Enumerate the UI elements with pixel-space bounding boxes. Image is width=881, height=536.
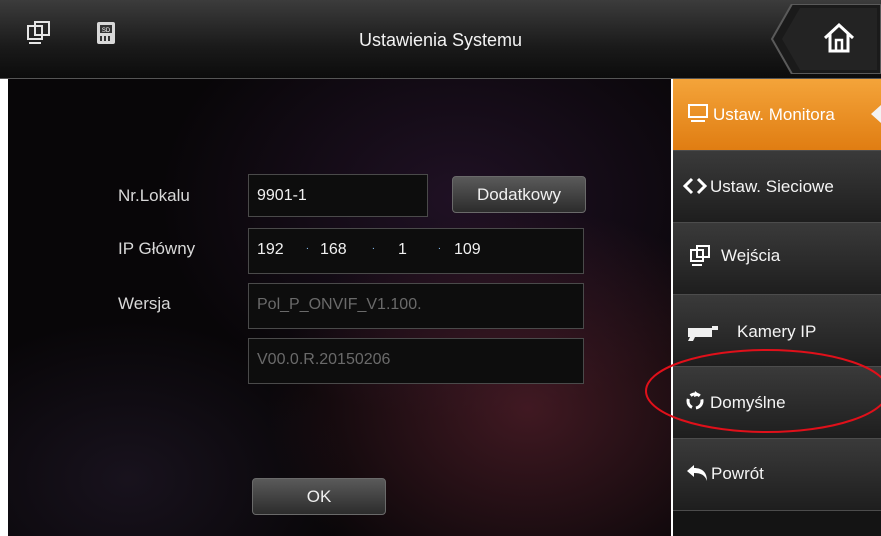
extra-button[interactable]: Dodatkowy [452, 176, 586, 213]
home-button[interactable] [754, 3, 881, 75]
version-line-1: Pol_P_ONVIF_V1.100. [257, 296, 422, 313]
version-label: Wersja [118, 294, 171, 313]
ip-octet-3[interactable]: 1 [398, 241, 407, 259]
sidebar-item-label: Powrót [711, 464, 764, 483]
sidebar-item-network-settings[interactable]: Ustaw. Sieciowe [673, 151, 881, 223]
main-ip-field[interactable]: 192 . 168 . 1 . 109 [248, 228, 584, 274]
camera-icon [687, 323, 721, 346]
ip-separator: . [372, 241, 375, 252]
network-arrows-icon [682, 177, 708, 200]
ip-separator: . [438, 241, 441, 252]
sidebar-item-ip-cameras[interactable]: Kamery IP [673, 295, 881, 367]
main-ip-label: IP Główny [118, 239, 196, 258]
sidebar: Ustaw. Monitora Ustaw. Sieciowe Wejścia … [673, 79, 881, 536]
ip-separator: . [306, 241, 309, 252]
sidebar-item-monitor-settings[interactable]: Ustaw. Monitora [673, 79, 881, 151]
sidebar-item-label: Ustaw. Sieciowe [710, 177, 834, 196]
sidebar-item-label: Kamery IP [737, 322, 817, 341]
back-arrow-icon [685, 461, 711, 488]
ip-octet-1[interactable]: 192 [257, 241, 284, 259]
ok-button[interactable]: OK [252, 478, 386, 515]
sidebar-item-label: Domyślne [710, 393, 786, 412]
recycle-icon [685, 391, 705, 416]
monitor-icon [687, 103, 709, 128]
version-field-2: V00.0.R.20150206 [248, 338, 584, 384]
ip-octet-4[interactable]: 109 [454, 241, 481, 259]
inputs-icon [689, 245, 711, 272]
settings-panel: Nr.Lokalu 9901-1 Dodatkowy IP Główny 192… [8, 79, 671, 536]
room-number-label: Nr.Lokalu [118, 186, 190, 205]
top-bar: SD Ustawienia Systemu [0, 0, 881, 79]
sidebar-item-label: Ustaw. Monitora [713, 105, 835, 124]
sidebar-item-label: Wejścia [721, 246, 781, 265]
ip-octet-2[interactable]: 168 [320, 241, 347, 259]
room-number-field[interactable]: 9901-1 [248, 174, 428, 217]
sidebar-item-back[interactable]: Powrót [673, 439, 881, 511]
screen: SD Ustawienia Systemu Nr.Lokalu 9901-1 D… [0, 0, 881, 536]
sidebar-item-inputs[interactable]: Wejścia [673, 223, 881, 295]
room-number-value: 9901-1 [257, 187, 307, 204]
active-indicator [871, 105, 881, 123]
sidebar-item-defaults[interactable]: Domyślne [673, 367, 881, 439]
version-field-1: Pol_P_ONVIF_V1.100. [248, 283, 584, 329]
home-icon [822, 22, 856, 59]
version-line-2: V00.0.R.20150206 [257, 351, 391, 368]
page-title: Ustawienia Systemu [358, 30, 523, 50]
